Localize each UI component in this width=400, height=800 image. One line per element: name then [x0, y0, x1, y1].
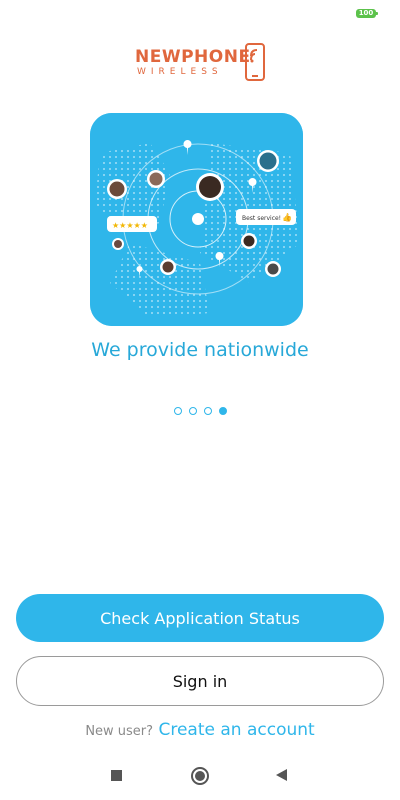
page-dot-active[interactable] — [218, 407, 227, 415]
phone-logo-icon — [245, 43, 265, 81]
svg-text:👍: 👍 — [282, 212, 292, 222]
create-account-link[interactable]: Create an account — [158, 720, 314, 740]
avatar — [196, 173, 224, 201]
signup-prompt: New user? Create an account — [0, 720, 400, 740]
battery-level: 100 — [358, 9, 374, 17]
sign-in-button[interactable]: Sign in — [16, 656, 384, 706]
svg-text:★★★★★: ★★★★★ — [112, 221, 148, 230]
page-dot[interactable] — [173, 407, 182, 415]
logo-text-main: NEWPHONE — [135, 47, 251, 67]
status-bar: 100 — [0, 0, 400, 28]
system-nav-bar — [0, 765, 400, 785]
brand-logo: NEWPHONE WIRELESS — [135, 42, 270, 82]
new-user-label: New user? — [85, 724, 154, 739]
page-dot[interactable] — [188, 407, 197, 415]
hero-illustration: ★★★★★ Best service! 👍 — [90, 113, 303, 326]
chat-bubble-text: Best service! — [242, 215, 281, 222]
check-application-status-button[interactable]: Check Application Status — [16, 594, 384, 642]
back-triangle-icon[interactable] — [276, 769, 287, 781]
home-circle-icon[interactable] — [191, 767, 209, 785]
page-indicator — [0, 407, 400, 415]
logo-text-sub: WIRELESS — [137, 67, 223, 77]
network-map-illustration: ★★★★★ Best service! 👍 — [90, 113, 303, 326]
onboarding-headline: We provide nationwide — [91, 339, 309, 361]
page-dot[interactable] — [203, 407, 212, 415]
battery-icon: 100 — [356, 9, 378, 18]
recents-square-icon[interactable] — [111, 770, 122, 781]
